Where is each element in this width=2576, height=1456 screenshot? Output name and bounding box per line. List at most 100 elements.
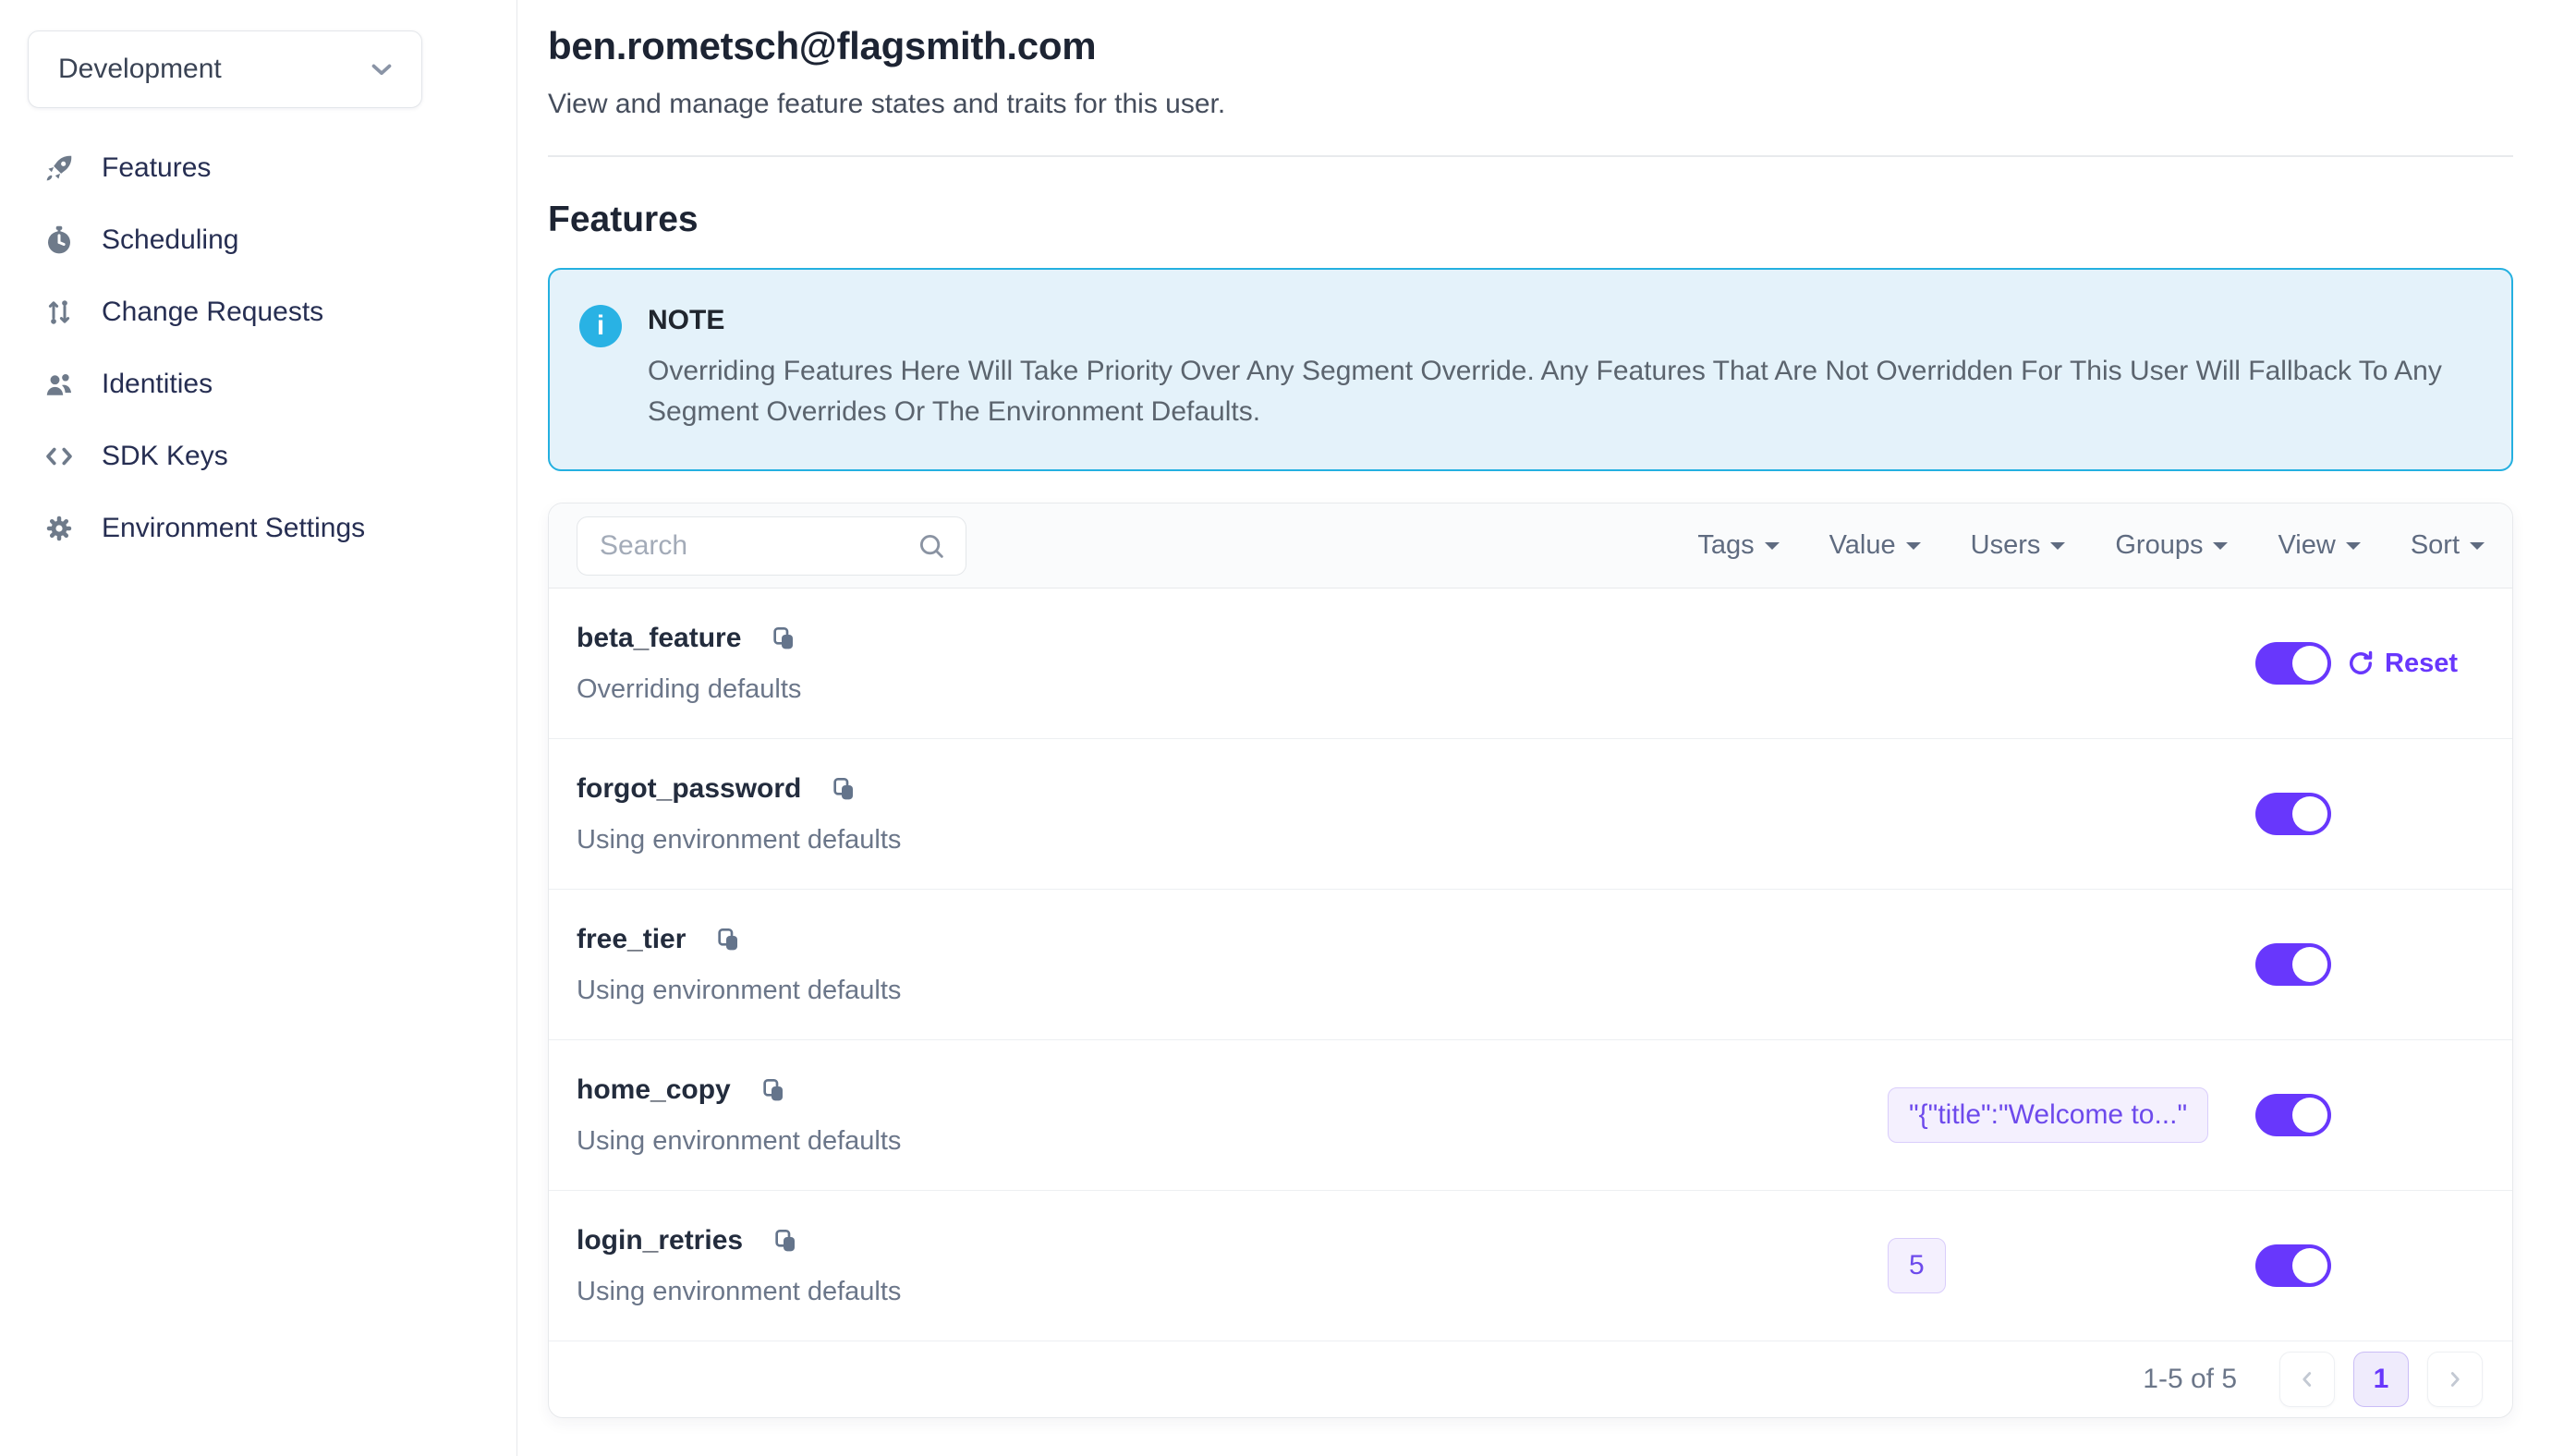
- note-content: NOTE Overriding Features Here Will Take …: [648, 305, 2459, 432]
- note-title: NOTE: [648, 305, 2459, 336]
- page-subtitle: View and manage feature states and trait…: [548, 89, 2513, 120]
- features-toolbar: Tags Value Users Groups: [549, 504, 2512, 588]
- note-banner: i NOTE Overriding Features Here Will Tak…: [548, 268, 2513, 471]
- sidebar: Development Features: [0, 0, 517, 1456]
- features-panel: Tags Value Users Groups: [548, 503, 2513, 1418]
- feature-controls: Reset: [2255, 642, 2485, 685]
- copy-icon[interactable]: [713, 924, 743, 955]
- filter-label: Sort: [2411, 530, 2460, 561]
- sidebar-item-label: Identities: [102, 369, 213, 400]
- feature-toggle[interactable]: [2255, 943, 2331, 986]
- feature-name: free_tier: [577, 924, 686, 955]
- feature-info: home_copy Using environment defaults: [577, 1074, 901, 1157]
- feature-name: forgot_password: [577, 773, 801, 805]
- feature-info: beta_feature Overriding defaults: [577, 623, 801, 705]
- feature-info: forgot_password Using environment defaul…: [577, 773, 901, 855]
- reset-label: Reset: [2385, 649, 2458, 679]
- feature-controls: [2255, 943, 2485, 986]
- filter-value[interactable]: Value: [1829, 530, 1921, 561]
- filter-groups[interactable]: Groups: [2115, 530, 2228, 561]
- code-brackets-icon: [41, 438, 78, 475]
- feature-row[interactable]: login_retries Using environment defaults…: [549, 1191, 2512, 1341]
- value-slot: "{"title":"Welcome to...": [1888, 1087, 2213, 1143]
- sidebar-item-scheduling[interactable]: Scheduling: [28, 204, 516, 276]
- copy-icon[interactable]: [771, 1225, 800, 1256]
- gear-icon: [41, 510, 78, 547]
- reset-button[interactable]: Reset: [2346, 649, 2458, 679]
- feature-toggle[interactable]: [2255, 1094, 2331, 1136]
- feature-info: free_tier Using environment defaults: [577, 924, 901, 1006]
- filter-label: Groups: [2115, 530, 2203, 561]
- info-icon: i: [579, 305, 622, 347]
- features-heading: Features: [548, 200, 2513, 240]
- search-box: [577, 516, 966, 576]
- feature-status: Using environment defaults: [577, 1126, 901, 1157]
- caret-down-icon: [2050, 542, 2065, 557]
- filter-users[interactable]: Users: [1971, 530, 2066, 561]
- page-title: ben.rometsch@flagsmith.com: [548, 24, 2513, 68]
- feature-row[interactable]: home_copy Using environment defaults "{"…: [549, 1040, 2512, 1191]
- feature-row[interactable]: forgot_password Using environment defaul…: [549, 739, 2512, 890]
- rocket-icon: [41, 150, 78, 187]
- feature-value-badge[interactable]: 5: [1888, 1238, 1946, 1293]
- sidebar-item-sdk-keys[interactable]: SDK Keys: [28, 420, 516, 492]
- sidebar-nav: Features Scheduling: [28, 132, 516, 564]
- feature-value-badge[interactable]: "{"title":"Welcome to...": [1888, 1087, 2208, 1143]
- chevron-right-icon: [2443, 1367, 2467, 1391]
- feature-name: beta_feature: [577, 623, 741, 654]
- sidebar-item-features[interactable]: Features: [28, 132, 516, 204]
- caret-down-icon: [2213, 542, 2228, 557]
- sidebar-item-label: Features: [102, 152, 211, 184]
- caret-down-icon: [2346, 542, 2361, 557]
- environment-selector[interactable]: Development: [28, 30, 422, 108]
- feature-toggle[interactable]: [2255, 793, 2331, 835]
- filter-label: Tags: [1697, 530, 1754, 561]
- feature-row[interactable]: beta_feature Overriding defaults: [549, 588, 2512, 739]
- filter-tags[interactable]: Tags: [1697, 530, 1779, 561]
- sidebar-item-environment-settings[interactable]: Environment Settings: [28, 492, 516, 564]
- divider: [548, 155, 2513, 157]
- toggle-knob: [2292, 646, 2327, 681]
- chevron-left-icon: [2295, 1367, 2319, 1391]
- toggle-knob: [2292, 1248, 2327, 1283]
- sidebar-item-label: Scheduling: [102, 224, 238, 256]
- feature-toggle[interactable]: [2255, 642, 2331, 685]
- caret-down-icon: [1906, 542, 1921, 557]
- filter-sort[interactable]: Sort: [2411, 530, 2485, 561]
- pagination-summary: 1-5 of 5: [2143, 1364, 2237, 1395]
- feature-name: home_copy: [577, 1074, 731, 1106]
- sidebar-item-label: Environment Settings: [102, 513, 365, 544]
- toggle-knob: [2292, 947, 2327, 982]
- copy-icon[interactable]: [829, 773, 858, 805]
- value-slot: 5: [1888, 1238, 2213, 1293]
- sidebar-item-label: Change Requests: [102, 297, 323, 328]
- feature-toggle[interactable]: [2255, 1244, 2331, 1287]
- filter-label: View: [2278, 530, 2335, 561]
- pagination-prev-button[interactable]: [2279, 1352, 2335, 1407]
- sidebar-item-label: SDK Keys: [102, 441, 228, 472]
- feature-controls: [2255, 793, 2485, 835]
- search-input[interactable]: [600, 530, 916, 562]
- filter-label: Users: [1971, 530, 2041, 561]
- reset-slot: Reset: [2346, 649, 2485, 679]
- feature-controls: 5: [1888, 1238, 2485, 1293]
- sidebar-item-identities[interactable]: Identities: [28, 348, 516, 420]
- copy-icon[interactable]: [769, 623, 798, 654]
- sidebar-item-change-requests[interactable]: Change Requests: [28, 276, 516, 348]
- main-content: ben.rometsch@flagsmith.com View and mana…: [517, 0, 2576, 1456]
- feature-status: Overriding defaults: [577, 674, 801, 705]
- feature-status: Using environment defaults: [577, 976, 901, 1006]
- pagination-next-button[interactable]: [2427, 1352, 2483, 1407]
- copy-icon[interactable]: [759, 1074, 788, 1106]
- filter-view[interactable]: View: [2278, 530, 2360, 561]
- note-body: Overriding Features Here Will Take Prior…: [648, 351, 2459, 432]
- chevron-down-icon: [366, 54, 397, 85]
- stopwatch-icon: [41, 222, 78, 259]
- filter-bar: Tags Value Users Groups: [1697, 530, 2485, 561]
- feature-controls: "{"title":"Welcome to...": [1888, 1087, 2485, 1143]
- feature-row[interactable]: free_tier Using environment defaults: [549, 890, 2512, 1040]
- caret-down-icon: [2470, 542, 2485, 557]
- feature-info: login_retries Using environment defaults: [577, 1225, 901, 1307]
- toggle-knob: [2292, 1098, 2327, 1133]
- pagination-page-1-button[interactable]: 1: [2353, 1352, 2409, 1407]
